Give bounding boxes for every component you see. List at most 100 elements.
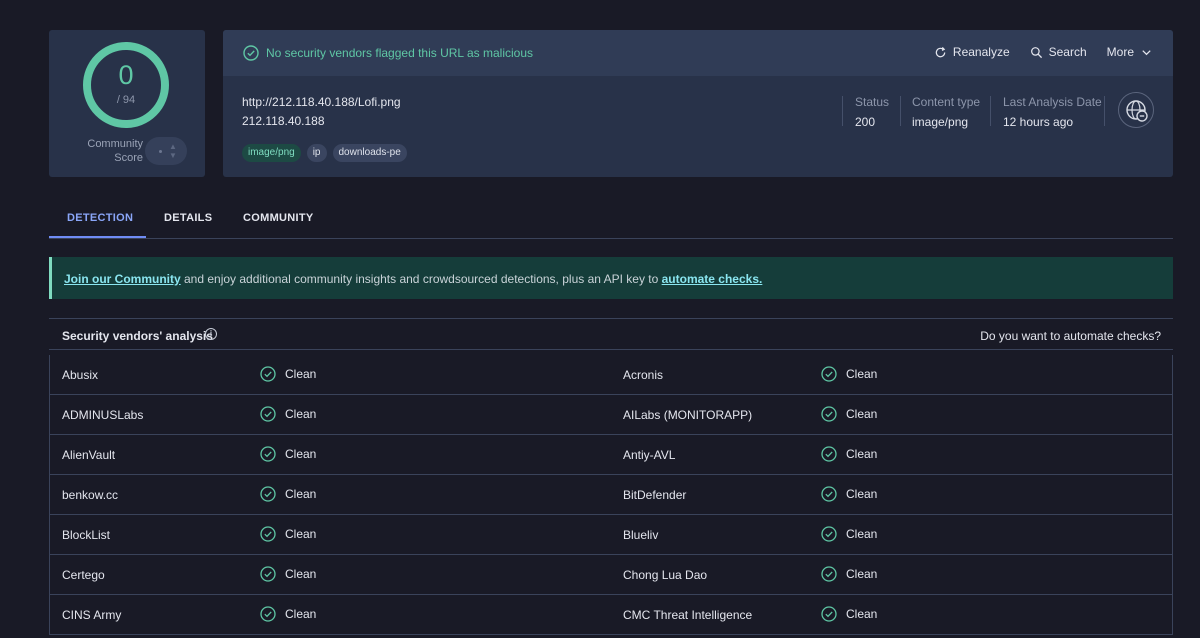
automate-checks-prompt[interactable]: Do you want to automate checks? xyxy=(980,329,1161,343)
vendor-name: Blueliv xyxy=(623,528,659,542)
vendor-result: Clean xyxy=(260,566,316,582)
vendor-result: Clean xyxy=(821,526,877,542)
community-score-label: Community Score xyxy=(71,137,143,165)
vendor-row: AlienVault Clean Antiy-AVL Clean xyxy=(50,435,1172,475)
check-circle-icon xyxy=(821,566,837,582)
tag-ip[interactable]: ip xyxy=(306,144,327,162)
content-type-value: image/png xyxy=(912,115,969,129)
result-label: Clean xyxy=(846,527,878,541)
community-label-text: Community Score xyxy=(87,138,143,164)
vendor-result: Clean xyxy=(821,606,877,622)
check-circle-icon xyxy=(260,526,276,542)
community-banner: Join our Community and enjoy additional … xyxy=(49,257,1173,299)
vendor-row: Certego Clean Chong Lua Dao Clean xyxy=(50,555,1172,595)
automate-checks-link[interactable]: automate checks. xyxy=(662,272,763,286)
verdict-text: No security vendors flagged this URL as … xyxy=(266,46,534,60)
vendor-row: benkow.cc Clean BitDefender Clean xyxy=(50,475,1172,515)
result-label: Clean xyxy=(285,527,317,541)
vendors-section-header: Security vendors' analysis i Do you want… xyxy=(49,318,1173,350)
result-label: Clean xyxy=(846,447,878,461)
status-value: 200 xyxy=(855,115,876,129)
vendor-result: Clean xyxy=(260,406,316,422)
check-circle-icon xyxy=(260,486,276,502)
banner-text: Join our Community and enjoy additional … xyxy=(64,272,762,286)
vendor-result: Clean xyxy=(260,606,316,622)
check-circle-icon xyxy=(260,606,276,622)
content-type-label: Content type xyxy=(912,95,981,109)
detection-score-card: 0 / 94 Community Score ▲ ▼ xyxy=(49,30,205,177)
check-circle-icon xyxy=(260,366,276,382)
search-button[interactable]: Search xyxy=(1030,45,1087,59)
check-circle-icon xyxy=(260,446,276,462)
vendor-name: AILabs (MONITORAPP) xyxy=(623,408,753,422)
vendor-result: Clean xyxy=(260,526,316,542)
verdict-bar: No security vendors flagged this URL as … xyxy=(223,30,1173,76)
vendor-name: Certego xyxy=(62,568,105,582)
result-label: Clean xyxy=(285,607,317,621)
reanalyze-label: Reanalyze xyxy=(952,45,1010,59)
meta-divider xyxy=(990,96,991,126)
content-type-meta: Content type image/png xyxy=(912,95,980,129)
active-tab-indicator xyxy=(49,236,146,238)
result-label: Clean xyxy=(285,567,317,581)
meta-divider xyxy=(900,96,901,126)
vendors-section-title: Security vendors' analysis xyxy=(62,329,213,343)
more-label: More xyxy=(1106,45,1134,59)
vendor-row: BlockList Clean Blueliv Clean xyxy=(50,515,1172,555)
tag-downloads-pe[interactable]: downloads-pe xyxy=(332,144,407,162)
tab-detection[interactable]: DETECTION xyxy=(67,212,133,224)
vendor-result: Clean xyxy=(260,446,316,462)
vote-arrows-icon: ▲ ▼ xyxy=(169,142,177,160)
status-label: Status xyxy=(855,95,890,109)
url-globe-icon[interactable] xyxy=(1118,92,1154,128)
vendor-name: benkow.cc xyxy=(62,488,119,502)
globe-link-icon xyxy=(1126,100,1148,122)
vendors-table: Abusix Clean Acronis Clean ADMINUSLabs Clean A… xyxy=(49,355,1173,635)
last-analysis-meta: Last Analysis Date 12 hours ago xyxy=(1003,95,1102,129)
result-label: Clean xyxy=(846,607,878,621)
search-label: Search xyxy=(1048,45,1087,59)
result-label: Clean xyxy=(846,567,878,581)
meta-divider xyxy=(1104,96,1105,126)
tag-list: image/png ip downloads-pe xyxy=(242,144,407,162)
check-circle-icon xyxy=(243,45,259,61)
vendor-result: Clean xyxy=(821,486,877,502)
check-circle-icon xyxy=(260,406,276,422)
vendor-name: CINS Army xyxy=(62,608,122,622)
check-circle-icon xyxy=(260,566,276,582)
search-icon xyxy=(1030,46,1042,58)
vote-dot-icon xyxy=(159,150,162,153)
tab-bar: DETECTION DETAILS COMMUNITY xyxy=(49,198,1173,239)
result-label: Clean xyxy=(285,367,317,381)
url-info-card: No security vendors flagged this URL as … xyxy=(223,30,1173,177)
check-circle-icon xyxy=(821,606,837,622)
check-circle-icon xyxy=(821,486,837,502)
vendor-name: BitDefender xyxy=(623,488,687,502)
tab-community[interactable]: COMMUNITY xyxy=(243,212,314,224)
vendor-row: CINS Army Clean CMC Threat Intelligence Cle… xyxy=(50,595,1172,635)
vendor-name: Acronis xyxy=(623,368,664,382)
community-vote-toggle[interactable]: ▲ ▼ xyxy=(145,137,187,165)
meta-divider xyxy=(842,96,843,126)
tab-details[interactable]: DETAILS xyxy=(164,212,212,224)
banner-middle-text: and enjoy additional community insights … xyxy=(180,272,662,286)
reanalyze-button[interactable]: Reanalyze xyxy=(934,45,1010,59)
analyzed-host: 212.118.40.188 xyxy=(242,114,325,128)
check-circle-icon xyxy=(821,366,837,382)
vendor-row: ADMINUSLabs Clean AILabs (MONITORAPP) Clean xyxy=(50,395,1172,435)
info-icon[interactable]: i xyxy=(205,328,217,340)
check-circle-icon xyxy=(821,446,837,462)
vendor-result: Clean xyxy=(260,486,316,502)
check-circle-icon xyxy=(821,406,837,422)
more-menu-button[interactable]: More xyxy=(1107,45,1153,59)
tag-image-png[interactable]: image/png xyxy=(242,144,301,162)
vendor-result: Clean xyxy=(260,366,316,382)
join-community-link[interactable]: Join our Community xyxy=(64,272,181,286)
vendor-result: Clean xyxy=(821,446,877,462)
last-analysis-value: 12 hours ago xyxy=(1003,115,1074,129)
vendor-result: Clean xyxy=(821,406,877,422)
status-meta: Status 200 xyxy=(855,95,889,129)
result-label: Clean xyxy=(285,447,317,461)
vendor-name: AlienVault xyxy=(62,448,116,462)
refresh-icon xyxy=(935,46,946,57)
